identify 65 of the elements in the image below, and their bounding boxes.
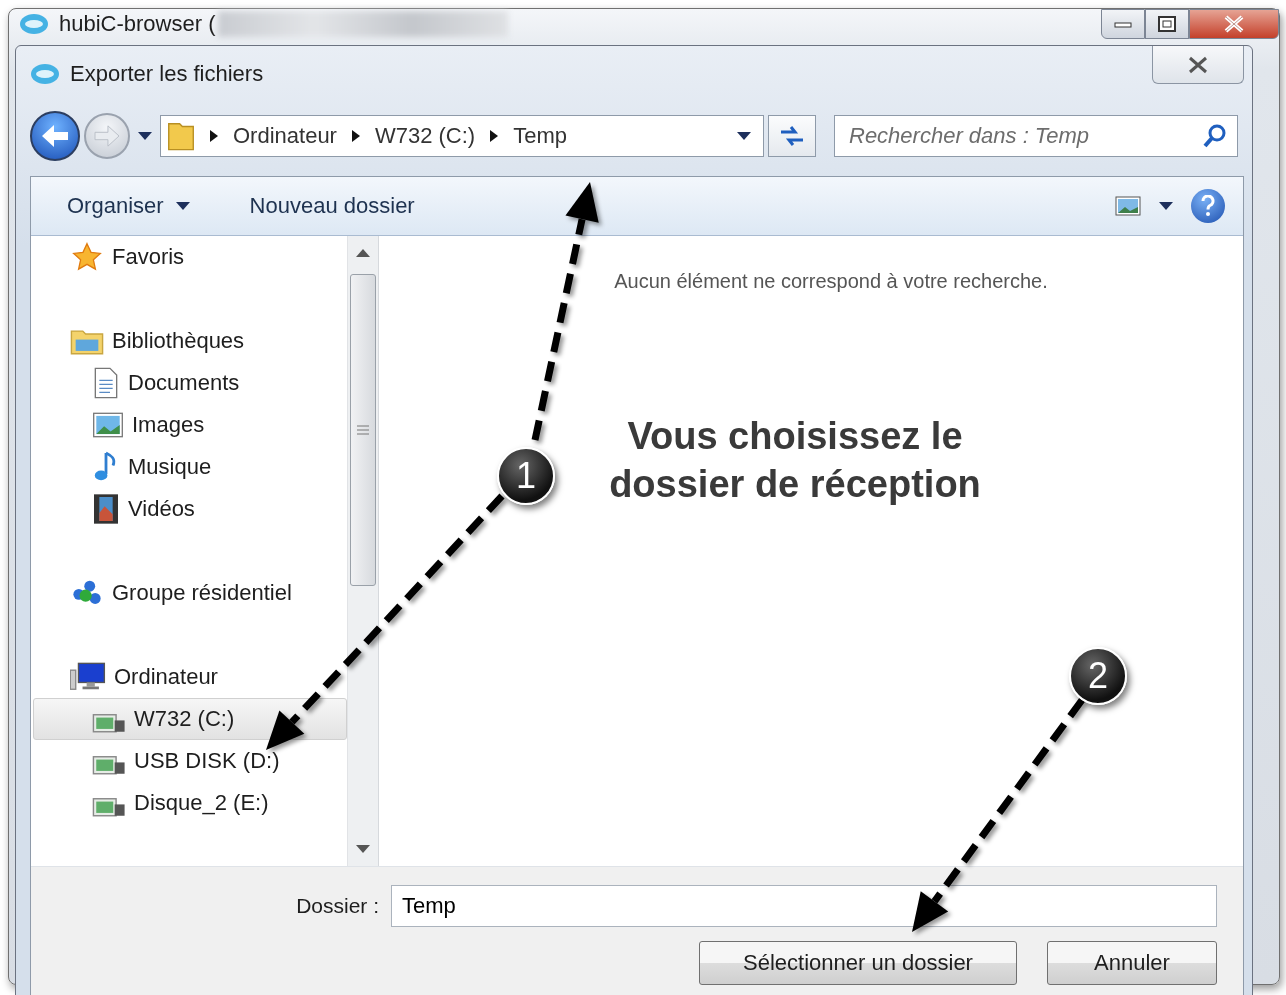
- view-button[interactable]: [1115, 196, 1141, 216]
- folder-input[interactable]: Temp: [391, 885, 1217, 927]
- grip-icon: [357, 424, 369, 436]
- new-folder-button[interactable]: Nouveau dossier: [249, 193, 415, 219]
- address-bar[interactable]: Ordinateur W732 (C:) Temp: [160, 115, 764, 157]
- breadcrumb[interactable]: W732 (C:): [374, 123, 476, 149]
- caret-down-icon: [138, 132, 152, 140]
- scroll-up-icon: [356, 249, 370, 257]
- arrow-right-icon: [93, 124, 121, 148]
- sidebar-item[interactable]: USB DISK (D:): [33, 740, 347, 782]
- scroll-down-icon: [356, 845, 370, 853]
- sidebar-item[interactable]: Vidéos: [33, 488, 347, 530]
- refresh-icon: [778, 123, 806, 149]
- film-icon: [92, 493, 120, 525]
- empty-message: Aucun élément ne correspond à votre recherche.: [613, 270, 1049, 293]
- minimize-icon: [1114, 19, 1132, 29]
- search-icon: [1202, 123, 1228, 149]
- organize-menu[interactable]: Organiser: [67, 193, 190, 219]
- document-icon: [92, 367, 120, 399]
- arrow-left-icon: [40, 123, 70, 149]
- help-icon: [1200, 195, 1216, 217]
- maximize-icon: [1158, 16, 1176, 32]
- back-button[interactable]: [30, 111, 80, 161]
- cancel-button[interactable]: Annuler: [1047, 941, 1217, 985]
- app-logo-icon: [19, 13, 49, 35]
- picture-icon: [1115, 196, 1141, 216]
- sidebar-item[interactable]: Documents: [33, 362, 347, 404]
- close-button[interactable]: [1152, 46, 1244, 84]
- star-icon: [70, 241, 104, 273]
- folder-icon: [167, 121, 195, 151]
- caret-down-icon: [737, 132, 751, 140]
- sidebar-item[interactable]: Bibliothèques: [33, 320, 347, 362]
- app-logo-icon: [30, 63, 60, 85]
- view-dropdown[interactable]: [1159, 202, 1173, 210]
- minimize-button[interactable]: [1101, 9, 1145, 39]
- chevron-right-icon: [209, 130, 219, 142]
- caret-down-icon: [1159, 202, 1173, 210]
- breadcrumb[interactable]: Temp: [513, 123, 567, 149]
- search-field[interactable]: Rechercher dans : Temp: [834, 115, 1238, 157]
- close-icon: [1223, 15, 1245, 33]
- sidebar-item[interactable]: Musique: [33, 446, 347, 488]
- dialog-title: Exporter les fichiers: [70, 61, 264, 87]
- callout-text: Vous choisissez le dossier de réception: [608, 414, 982, 507]
- select-folder-button[interactable]: Sélectionner un dossier: [699, 941, 1017, 985]
- scrollbar[interactable]: [347, 236, 379, 866]
- sidebar-item[interactable]: Images: [33, 404, 347, 446]
- chevron-right-icon: [489, 130, 500, 142]
- sidebar-item[interactable]: Ordinateur: [33, 656, 347, 698]
- sidebar-item[interactable]: Favoris: [33, 236, 347, 278]
- chevron-right-icon: [350, 130, 361, 142]
- window-title: hubiC-browser (: [59, 11, 216, 37]
- close-icon: [1186, 55, 1210, 74]
- breadcrumb[interactable]: Ordinateur: [233, 123, 337, 149]
- refresh-button[interactable]: [768, 115, 816, 157]
- scroll-thumb[interactable]: [350, 274, 376, 586]
- help-button[interactable]: [1191, 189, 1225, 223]
- sidebar-item[interactable]: W732 (C:): [33, 698, 347, 740]
- computer-icon: [70, 662, 106, 692]
- sidebar-item[interactable]: Groupe résidentiel: [33, 572, 347, 614]
- close-button[interactable]: [1189, 9, 1279, 39]
- picture-icon: [92, 412, 124, 438]
- folder-label: Dossier :: [296, 894, 379, 918]
- caret-down-icon: [175, 202, 190, 210]
- maximize-button[interactable]: [1145, 9, 1189, 39]
- sidebar-item[interactable]: Disque_2 (E:): [33, 782, 347, 824]
